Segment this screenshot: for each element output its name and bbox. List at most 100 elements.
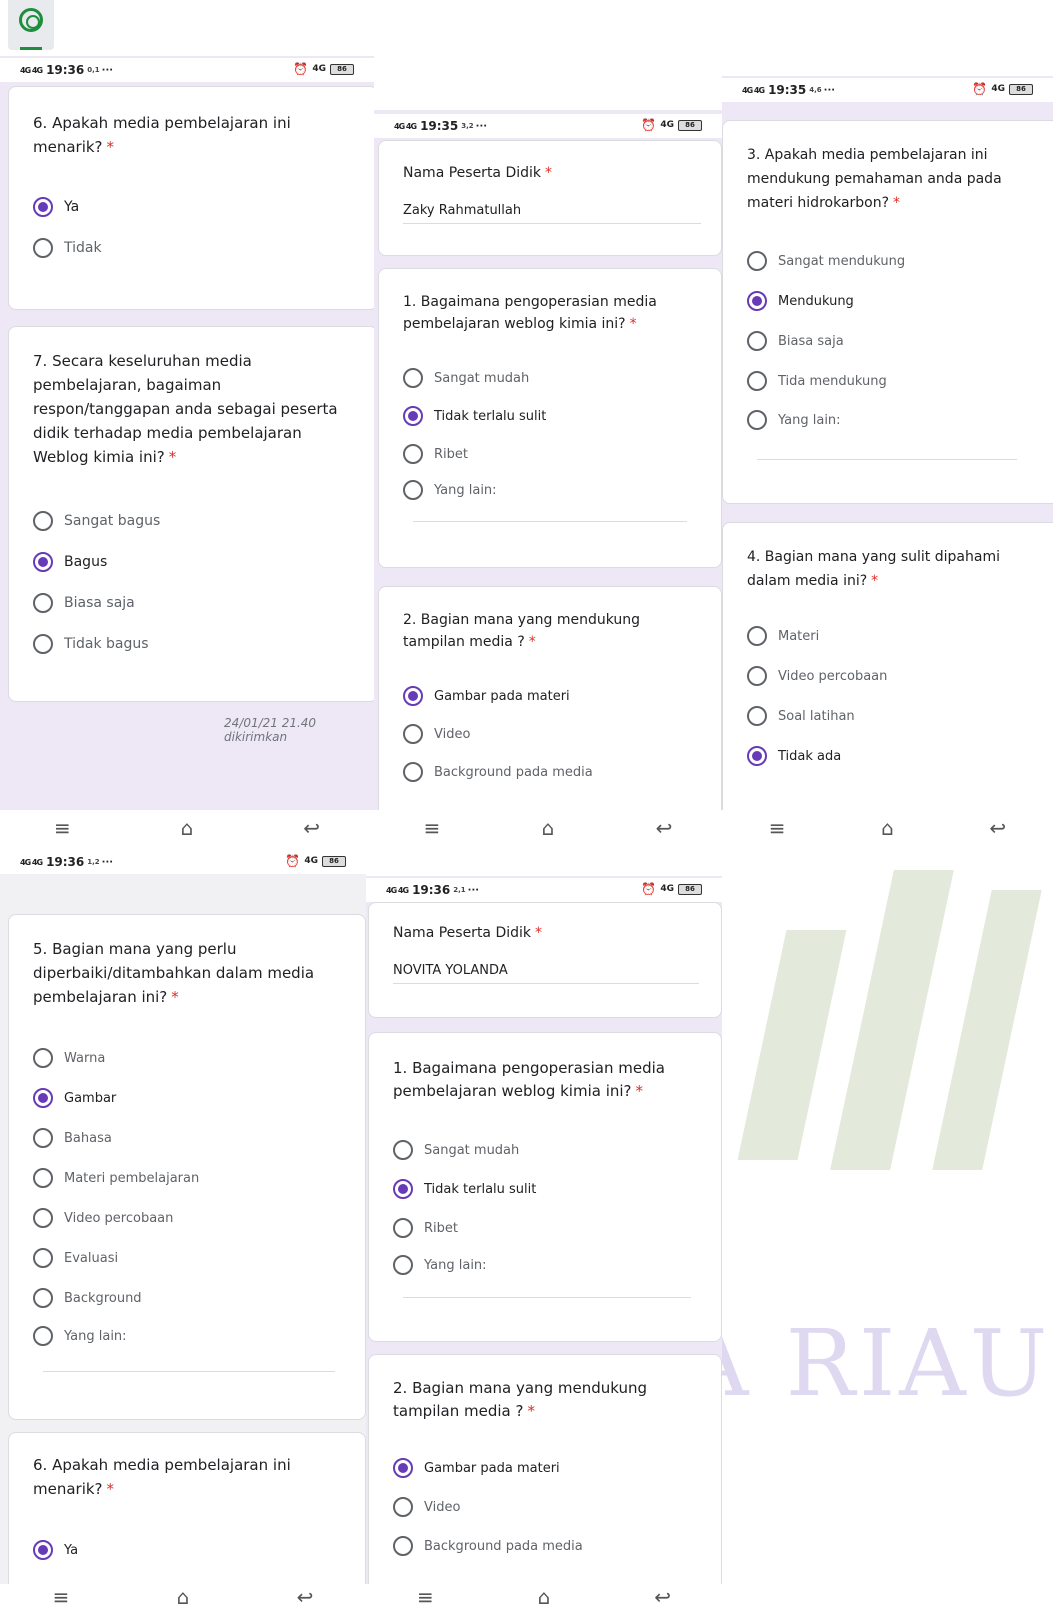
radio-icon[interactable] [33,1048,53,1068]
radio-icon[interactable] [33,1128,53,1148]
radio-option[interactable]: Materi [747,625,819,647]
radio-option[interactable]: Ya [33,196,79,218]
menu-icon[interactable]: ≡ [41,1585,81,1609]
radio-icon[interactable] [33,1208,53,1228]
radio-option[interactable]: Tidak terlalu sulit [393,1178,536,1200]
radio-icon[interactable] [393,1218,413,1238]
radio-option[interactable]: Evaluasi [33,1247,118,1269]
radio-option[interactable]: Background pada media [393,1535,583,1557]
radio-icon[interactable] [403,368,423,388]
radio-selected-icon[interactable] [33,197,53,217]
radio-option[interactable]: Soal latihan [747,705,855,727]
radio-option[interactable]: Tida mendukung [747,370,887,392]
menu-icon[interactable]: ≡ [757,816,797,840]
radio-icon[interactable] [747,371,767,391]
radio-option[interactable]: Materi pembelajaran [33,1167,199,1189]
radio-icon[interactable] [33,1326,53,1346]
radio-option[interactable]: Video percobaan [747,665,887,687]
home-icon[interactable]: ⌂ [524,1585,564,1609]
radio-selected-icon[interactable] [33,1088,53,1108]
radio-icon[interactable] [33,238,53,258]
radio-option[interactable]: Ribet [403,443,468,465]
radio-selected-icon[interactable] [393,1179,413,1199]
radio-icon[interactable] [33,511,53,531]
radio-option[interactable]: Biasa saja [33,592,135,614]
back-icon[interactable]: ↩ [285,1585,325,1609]
radio-icon[interactable] [393,1497,413,1517]
radio-selected-icon[interactable] [403,686,423,706]
radio-option[interactable]: Ya [33,1539,78,1561]
radio-option[interactable]: Tidak [33,237,102,259]
radio-icon[interactable] [747,706,767,726]
radio-icon[interactable] [403,762,423,782]
radio-option[interactable]: Mendukung [747,290,854,312]
name-label: Nama Peserta Didik * [403,165,553,181]
radio-option[interactable]: Yang lain: [393,1254,487,1276]
radio-icon[interactable] [33,1248,53,1268]
radio-icon[interactable] [403,724,423,744]
radio-icon[interactable] [33,634,53,654]
menu-icon[interactable]: ≡ [42,816,82,840]
radio-option[interactable]: Tidak ada [747,745,841,767]
radio-icon[interactable] [33,593,53,613]
radio-option[interactable]: Sangat mendukung [747,250,905,272]
radio-selected-icon[interactable] [747,746,767,766]
radio-option[interactable]: Sangat bagus [33,510,160,532]
back-icon[interactable]: ↩ [644,816,684,840]
radio-option[interactable]: Bagus [33,551,107,573]
radio-option[interactable]: Gambar pada materi [403,685,570,707]
radio-option[interactable]: Yang lain: [403,479,497,501]
menu-icon[interactable]: ≡ [405,1585,445,1609]
radio-option[interactable]: Yang lain: [33,1325,127,1347]
nav-bar: ≡ ⌂ ↩ [366,1584,722,1609]
radio-selected-icon[interactable] [747,291,767,311]
home-icon[interactable]: ⌂ [163,1585,203,1609]
radio-option[interactable]: Video [403,723,470,745]
radio-selected-icon[interactable] [33,1540,53,1560]
radio-option[interactable]: Biasa saja [747,330,844,352]
radio-option[interactable]: Tidak terlalu sulit [403,405,546,427]
radio-icon[interactable] [33,1288,53,1308]
radio-option[interactable]: Video [393,1496,460,1518]
radio-icon[interactable] [403,480,423,500]
menu-icon[interactable]: ≡ [412,816,452,840]
alarm-icon: ⏰ [972,82,988,96]
radio-selected-icon[interactable] [393,1458,413,1478]
back-icon[interactable]: ↩ [292,816,332,840]
radio-selected-icon[interactable] [403,406,423,426]
radio-icon[interactable] [403,444,423,464]
radio-option[interactable]: Tidak bagus [33,633,149,655]
name-card: Nama Peserta Didik * Zaky Rahmatullah [378,140,722,256]
radio-icon[interactable] [393,1536,413,1556]
home-icon[interactable]: ⌂ [167,816,207,840]
radio-option[interactable]: Background [33,1287,142,1309]
radio-option[interactable]: Ribet [393,1217,458,1239]
radio-option[interactable]: Gambar [33,1087,116,1109]
back-icon[interactable]: ↩ [978,816,1018,840]
radio-icon[interactable] [747,666,767,686]
radio-option[interactable]: Sangat mudah [403,367,529,389]
watermark-shape [830,870,954,1170]
radio-option[interactable]: Bahasa [33,1127,112,1149]
question-title: 7. Secara keseluruhan media pembelajaran… [33,352,338,466]
radio-icon[interactable] [393,1140,413,1160]
radio-option[interactable]: Warna [33,1047,105,1069]
radio-icon[interactable] [747,331,767,351]
question-card-7: 7. Secara keseluruhan media pembelajaran… [8,326,374,702]
radio-icon[interactable] [33,1168,53,1188]
radio-icon[interactable] [393,1255,413,1275]
radio-icon[interactable] [747,410,767,430]
home-icon[interactable]: ⌂ [528,816,568,840]
radio-icon[interactable] [747,251,767,271]
radio-option[interactable]: Background pada media [403,761,593,783]
radio-option[interactable]: Video percobaan [33,1207,173,1229]
status-bar: 4G 4G 19:36 0,1 ··· ⏰ 4G 86 [0,58,374,82]
radio-icon[interactable] [747,626,767,646]
screenshot-panel-3: 4G 4G 19:35 4,6 ··· ⏰ 4G 86 3. Apakah media p… [722,76,1053,810]
radio-option[interactable]: Gambar pada materi [393,1457,560,1479]
radio-option[interactable]: Yang lain: [747,409,841,431]
radio-selected-icon[interactable] [33,552,53,572]
home-icon[interactable]: ⌂ [867,816,907,840]
back-icon[interactable]: ↩ [643,1585,683,1609]
radio-option[interactable]: Sangat mudah [393,1139,519,1161]
